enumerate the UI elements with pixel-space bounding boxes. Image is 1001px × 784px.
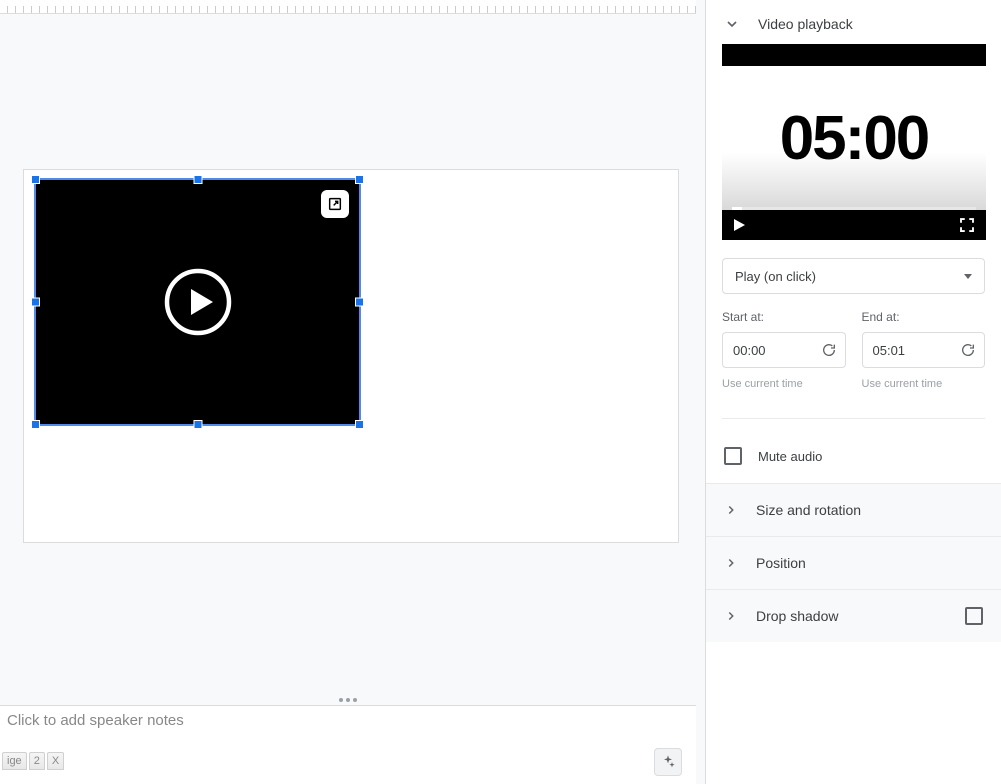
dropshadow-title: Drop shadow bbox=[756, 608, 839, 624]
chevron-down-icon bbox=[724, 16, 740, 32]
chevron-right-icon bbox=[724, 556, 738, 570]
fullscreen-icon[interactable] bbox=[958, 216, 976, 234]
selection-handle-bottom-left[interactable] bbox=[31, 420, 40, 429]
selection-handle-middle-left[interactable] bbox=[31, 298, 40, 307]
size-rotation-title: Size and rotation bbox=[756, 502, 861, 518]
start-at-label: Start at: bbox=[722, 310, 846, 324]
tab-1[interactable]: ige bbox=[2, 752, 27, 770]
explore-button[interactable] bbox=[654, 748, 682, 776]
speaker-notes-resize-handle[interactable] bbox=[0, 695, 696, 705]
reload-icon[interactable] bbox=[960, 342, 976, 358]
tab-3[interactable]: X bbox=[47, 752, 64, 770]
preview-frame: 05:00 bbox=[722, 66, 986, 210]
position-title: Position bbox=[756, 555, 806, 571]
video-object-selected[interactable] bbox=[34, 178, 361, 426]
ruler-horizontal[interactable] bbox=[0, 0, 696, 14]
popout-button[interactable] bbox=[321, 190, 349, 218]
preview-controls bbox=[722, 210, 986, 240]
start-at-input-wrap bbox=[722, 332, 846, 368]
preview-letterbox-top bbox=[722, 44, 986, 66]
format-options-sidebar: Video playback 05:00 Play (on click) Sta… bbox=[705, 0, 1001, 784]
selection-handle-top-middle[interactable] bbox=[193, 175, 202, 184]
start-at-col: Start at: Use current time bbox=[722, 310, 846, 390]
chevron-right-icon bbox=[724, 609, 738, 623]
end-at-col: End at: Use current time bbox=[862, 310, 986, 390]
dropshadow-checkbox[interactable] bbox=[965, 607, 983, 625]
bottom-tabs: ige 2 X bbox=[2, 752, 64, 770]
play-circle-icon[interactable] bbox=[163, 267, 233, 337]
preview-play-button[interactable] bbox=[732, 218, 746, 232]
preview-time-text: 05:00 bbox=[780, 103, 929, 174]
selection-handle-bottom-right[interactable] bbox=[355, 420, 364, 429]
tab-2[interactable]: 2 bbox=[29, 752, 45, 770]
play-mode-dropdown[interactable]: Play (on click) bbox=[722, 258, 985, 294]
selection-handle-top-left[interactable] bbox=[31, 175, 40, 184]
time-range-row: Start at: Use current time End at: Use c… bbox=[722, 310, 985, 390]
bottom-bar: ige 2 X bbox=[0, 740, 696, 784]
slide[interactable] bbox=[23, 169, 679, 543]
end-at-label: End at: bbox=[862, 310, 986, 324]
size-rotation-section[interactable]: Size and rotation bbox=[706, 483, 1001, 536]
mute-audio-row[interactable]: Mute audio bbox=[706, 447, 1001, 483]
video-playback-title: Video playback bbox=[758, 16, 853, 32]
end-at-input-wrap bbox=[862, 332, 986, 368]
speaker-notes-area[interactable]: Click to add speaker notes bbox=[0, 705, 696, 740]
dropshadow-section[interactable]: Drop shadow bbox=[706, 589, 1001, 642]
chevron-right-icon bbox=[724, 503, 738, 517]
video-preview[interactable]: 05:00 bbox=[722, 44, 986, 240]
position-section[interactable]: Position bbox=[706, 536, 1001, 589]
reload-icon[interactable] bbox=[821, 342, 837, 358]
selection-handle-bottom-middle[interactable] bbox=[193, 420, 202, 429]
end-at-input[interactable] bbox=[873, 343, 933, 358]
start-at-helper: Use current time bbox=[722, 378, 846, 390]
selection-handle-middle-right[interactable] bbox=[355, 298, 364, 307]
section-divider bbox=[722, 418, 985, 419]
end-at-helper: Use current time bbox=[862, 378, 986, 390]
speaker-notes-placeholder: Click to add speaker notes bbox=[7, 712, 184, 729]
video-playback-section-header[interactable]: Video playback bbox=[706, 0, 1001, 44]
open-in-new-icon bbox=[327, 196, 343, 212]
explore-icon bbox=[660, 754, 676, 770]
start-at-input[interactable] bbox=[733, 343, 793, 358]
mute-audio-label: Mute audio bbox=[758, 449, 822, 464]
preview-seek-bar[interactable] bbox=[732, 207, 976, 210]
mute-audio-checkbox[interactable] bbox=[724, 447, 742, 465]
selection-handle-top-right[interactable] bbox=[355, 175, 364, 184]
slide-canvas[interactable] bbox=[0, 14, 696, 712]
play-mode-value: Play (on click) bbox=[735, 269, 816, 284]
dropdown-caret-icon bbox=[964, 274, 972, 279]
